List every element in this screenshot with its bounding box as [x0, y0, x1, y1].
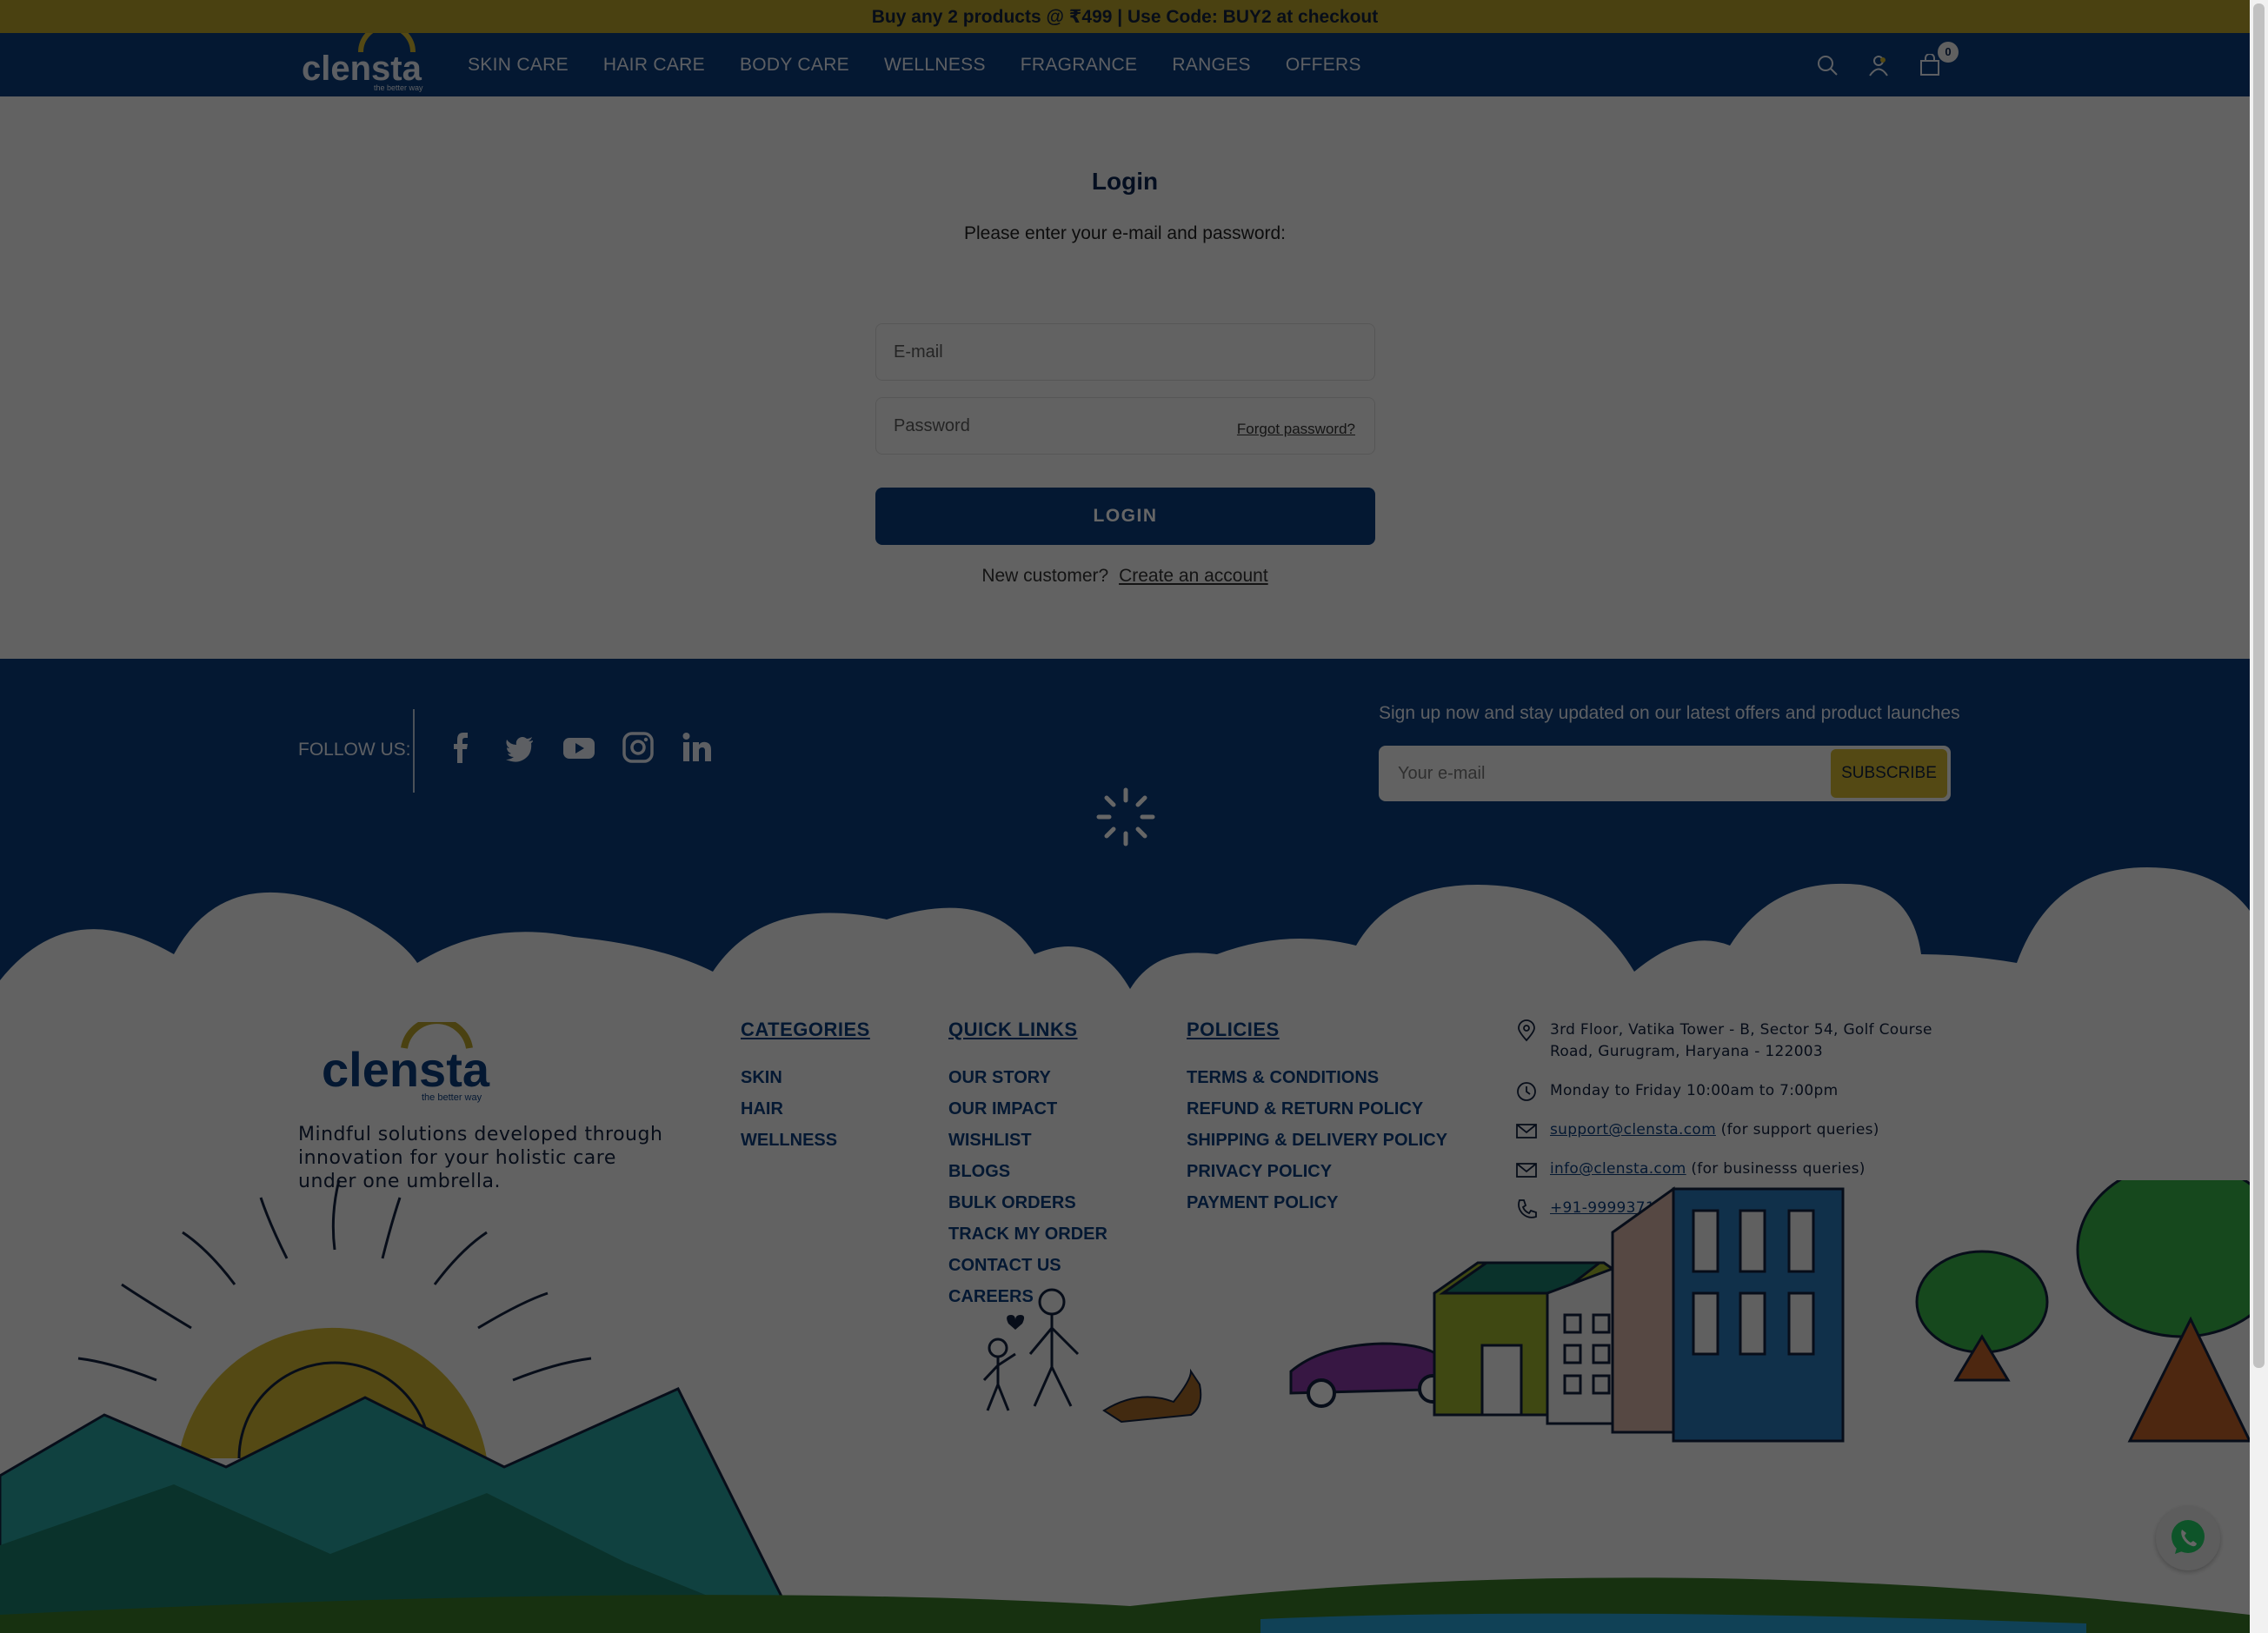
nav-hair-care[interactable]: HAIR CARE: [603, 55, 705, 76]
categories-list: SKIN HAIR WELLNESS: [741, 1062, 837, 1156]
twitter-icon[interactable]: [502, 730, 537, 765]
footer-link[interactable]: OUR STORY: [948, 1062, 1107, 1093]
instagram-icon[interactable]: [621, 730, 655, 765]
cart-icon[interactable]: 0: [1919, 41, 1959, 76]
create-account-link[interactable]: Create an account: [1119, 566, 1268, 586]
support-email-note: (for support queries): [1720, 1121, 1879, 1138]
newsletter-form: SUBSCRIBE: [1379, 746, 1951, 801]
login-subtitle: Please enter your e-mail and password:: [963, 223, 1287, 243]
address-row: 3rd Floor, Vatika Tower - B, Sector 54, …: [1515, 1019, 1932, 1063]
divider: [413, 709, 415, 793]
svg-text:the better way: the better way: [422, 1092, 482, 1103]
nav-fragrance[interactable]: FRAGRANCE: [1021, 55, 1138, 76]
whatsapp-icon: [2172, 1520, 2205, 1554]
main-nav: SKIN CARE HAIR CARE BODY CARE WELLNESS F…: [468, 33, 1361, 96]
scrollbar-thumb[interactable]: [2253, 3, 2265, 1368]
footer-link[interactable]: TERMS & CONDITIONS: [1187, 1062, 1447, 1093]
email-field: [875, 323, 1375, 381]
support-email-row: support@clensta.com (for support queries…: [1515, 1119, 1879, 1142]
page-title: Login: [1091, 168, 1159, 195]
svg-text:the better way: the better way: [374, 83, 423, 92]
location-pin-icon: [1518, 1019, 1535, 1042]
hours-row: Monday to Friday 10:00am to 7:00pm: [1515, 1080, 1838, 1103]
login-section: Login Please enter your e-mail and passw…: [0, 96, 2250, 659]
forgot-password-link[interactable]: Forgot password?: [1237, 421, 1355, 438]
newsletter-email-input[interactable]: [1379, 746, 1796, 801]
footer-link[interactable]: SHIPPING & DELIVERY POLICY: [1187, 1125, 1447, 1156]
address-text: 3rd Floor, Vatika Tower - B, Sector 54, …: [1550, 1021, 1932, 1060]
business-email-link[interactable]: info@clensta.com: [1550, 1160, 1686, 1178]
subscribe-button[interactable]: SUBSCRIBE: [1831, 749, 1947, 798]
footer-logo[interactable]: clensta the better way: [322, 1022, 496, 1109]
whatsapp-chat-button[interactable]: [2156, 1506, 2220, 1570]
footer-link[interactable]: WISHLIST: [948, 1125, 1107, 1156]
search-icon[interactable]: [1816, 54, 1839, 76]
youtube-icon[interactable]: [562, 730, 596, 765]
announcement-text: Buy any 2 products @ ₹499 | Use Code: BU…: [871, 6, 1379, 27]
nav-wellness[interactable]: WELLNESS: [884, 55, 986, 76]
scrollbar[interactable]: [2250, 0, 2268, 1633]
footer-illustration: [0, 1180, 2250, 1633]
footer-link[interactable]: WELLNESS: [741, 1125, 837, 1156]
mail-icon: [1516, 1163, 1537, 1178]
header-actions: 0: [1816, 33, 1959, 96]
follow-us-label: FOLLOW US:: [298, 740, 411, 760]
brand-logo[interactable]: clensta the better way: [300, 23, 430, 96]
password-field: Forgot password?: [875, 397, 1375, 455]
hours-text: Monday to Friday 10:00am to 7:00pm: [1550, 1082, 1839, 1099]
account-icon[interactable]: [1867, 54, 1890, 76]
footer-link[interactable]: REFUND & RETURN POLICY: [1187, 1093, 1447, 1125]
new-customer-row: New customer? Create an account: [0, 566, 2250, 587]
clock-icon: [1517, 1082, 1536, 1101]
svg-text:clensta: clensta: [302, 50, 422, 88]
quick-links-heading: QUICK LINKS: [948, 1019, 1078, 1040]
cart-count-badge: 0: [1938, 41, 1959, 63]
mail-icon: [1516, 1124, 1537, 1138]
new-customer-label: New customer?: [981, 566, 1109, 586]
support-email-link[interactable]: support@clensta.com: [1550, 1121, 1716, 1138]
facebook-icon[interactable]: [443, 730, 478, 765]
site-header: clensta the better way SKIN CARE HAIR CA…: [0, 23, 2250, 96]
nav-ranges[interactable]: RANGES: [1172, 55, 1251, 76]
email-input[interactable]: [876, 324, 1374, 380]
linkedin-icon[interactable]: [680, 730, 715, 765]
business-email-row: info@clensta.com (for businesss queries): [1515, 1158, 1866, 1181]
site-footer: FOLLOW US: Sign up now and stay updated …: [0, 659, 2250, 1633]
nav-skin-care[interactable]: SKIN CARE: [468, 55, 569, 76]
loading-spinner-icon: [1096, 787, 1155, 846]
social-links: [443, 730, 715, 765]
policies-heading: POLICIES: [1187, 1019, 1280, 1040]
announcement-bar: Buy any 2 products @ ₹499 | Use Code: BU…: [0, 0, 2250, 33]
footer-link[interactable]: SKIN: [741, 1062, 837, 1093]
nav-offers[interactable]: OFFERS: [1286, 55, 1361, 76]
footer-link[interactable]: HAIR: [741, 1093, 837, 1125]
newsletter-text: Sign up now and stay updated on our late…: [1379, 703, 1960, 723]
login-button[interactable]: LOGIN: [875, 488, 1375, 545]
footer-link[interactable]: OUR IMPACT: [948, 1093, 1107, 1125]
svg-text:clensta: clensta: [322, 1042, 490, 1097]
business-email-note: (for businesss queries): [1691, 1160, 1866, 1178]
nav-body-care[interactable]: BODY CARE: [740, 55, 849, 76]
categories-heading: CATEGORIES: [741, 1019, 870, 1040]
